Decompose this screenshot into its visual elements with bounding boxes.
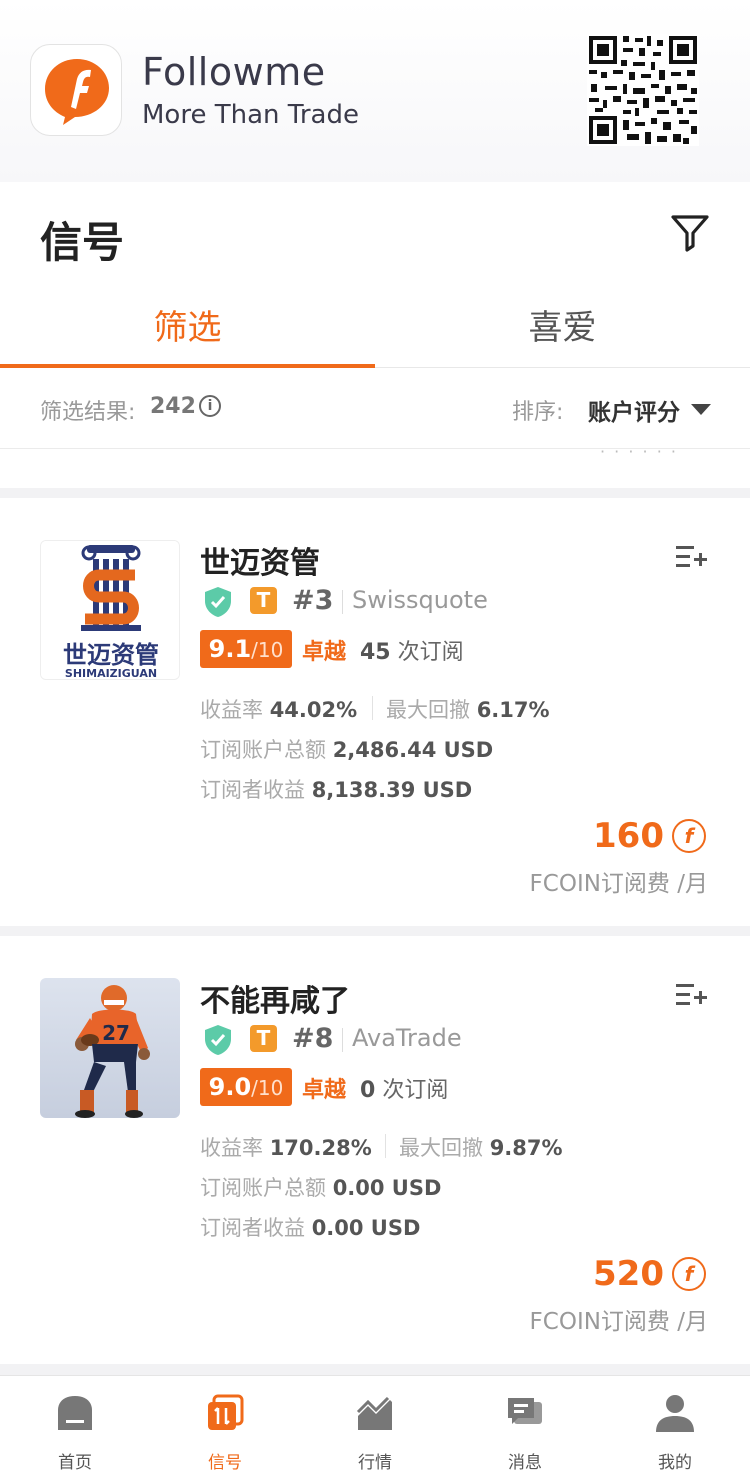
nav-label: 信号 — [208, 1453, 242, 1473]
grade-label: 卓越 — [302, 640, 347, 665]
tab-filter[interactable]: 筛选 — [0, 300, 375, 349]
signal-avatar[interactable]: 世迈资管 SHIMAIZIGUAN — [40, 540, 180, 680]
result-count: 242 — [150, 394, 196, 419]
result-label: 筛选结果: — [40, 400, 136, 425]
subscription-price: 520 — [593, 1254, 664, 1294]
subscription-price: 160 — [593, 816, 664, 856]
nav-label: 消息 — [508, 1453, 542, 1473]
divider — [342, 1028, 343, 1052]
clipped-text: · · · · · · — [600, 442, 678, 461]
drawdown-stat: 最大回撤 6.17% — [386, 698, 550, 722]
verified-shield-icon — [205, 587, 231, 617]
page-title: 信号 — [40, 218, 125, 267]
signal-name[interactable]: 世迈资管 — [200, 538, 320, 582]
score-value: 9.1 — [208, 635, 252, 663]
nav-profile[interactable]: 我的 — [600, 1376, 750, 1474]
tab-favorites[interactable]: 喜爱 — [375, 300, 750, 349]
info-icon[interactable]: i — [199, 395, 221, 417]
signal-card[interactable]: 世迈资管 SHIMAIZIGUAN 世迈资管 T #3 Swissquote 9… — [0, 498, 750, 926]
signal-rank: #3 — [292, 585, 334, 616]
app-name: Followme — [142, 50, 326, 94]
followme-logo-icon[interactable] — [30, 44, 122, 136]
profit-stat: 订阅者收益 8,138.39 USD — [200, 778, 473, 802]
subscription-count: 0 次订阅 — [360, 1078, 449, 1103]
nav-label: 行情 — [358, 1453, 392, 1473]
card-gap — [0, 488, 750, 498]
subscription-count: 45 次订阅 — [360, 640, 464, 665]
total-stat: 订阅账户总额 2,486.44 USD — [200, 738, 494, 762]
football-player-icon: 27 — [40, 978, 180, 1118]
sort-label: 排序: — [512, 400, 564, 425]
grade-label: 卓越 — [302, 1078, 347, 1103]
return-stat: 收益率 44.02% — [200, 698, 358, 722]
divider — [372, 696, 373, 720]
broker-name: AvaTrade — [352, 1024, 462, 1052]
signal-rank: #8 — [292, 1023, 334, 1054]
signals-header: 信号 筛选 喜爱 筛选结果: 242 i 排序: 账户评分 — [0, 182, 750, 450]
card-gap — [0, 926, 750, 936]
nav-home[interactable]: 首页 — [0, 1376, 150, 1474]
previous-card-partial: · · · · · · — [0, 442, 750, 488]
signal-card[interactable]: 27 不能再咸了 T #8 AvaTrade 9.0/10 卓越 0 次订阅 收… — [0, 936, 750, 1364]
score-badge: 9.1/10 — [200, 630, 292, 668]
message-icon — [508, 1398, 542, 1424]
nav-market[interactable]: 行情 — [300, 1376, 450, 1474]
divider — [385, 1134, 386, 1158]
score-denominator: /10 — [251, 1076, 284, 1100]
qr-code-icon — [587, 34, 699, 146]
market-icon — [356, 1396, 392, 1430]
nav-messages[interactable]: 消息 — [450, 1376, 600, 1474]
nav-signal[interactable]: 信号 — [150, 1376, 300, 1474]
signal-name[interactable]: 不能再咸了 — [200, 976, 350, 1020]
score-badge: 9.0/10 — [200, 1068, 292, 1106]
score-denominator: /10 — [251, 638, 284, 662]
profit-stat: 订阅者收益 0.00 USD — [200, 1216, 421, 1240]
trader-badge-icon: T — [250, 587, 277, 614]
bottom-nav: 首页 信号 行情 消息 我的 — [0, 1375, 750, 1474]
fee-label: FCOIN订阅费 /月 — [529, 1309, 708, 1335]
trader-badge-icon: T — [250, 1025, 277, 1052]
app-slogan: More Than Trade — [142, 100, 359, 130]
signal-avatar[interactable]: 27 — [40, 978, 180, 1118]
verified-shield-icon — [205, 1025, 231, 1055]
add-to-list-icon[interactable] — [674, 980, 708, 1010]
signal-icon — [208, 1394, 244, 1430]
svg-text:SHIMAIZIGUAN: SHIMAIZIGUAN — [65, 667, 157, 680]
filter-icon[interactable] — [670, 212, 710, 252]
svg-text:世迈资管: 世迈资管 — [63, 641, 159, 669]
home-icon — [58, 1396, 92, 1430]
broker-name: Swissquote — [352, 586, 488, 614]
nav-label: 我的 — [658, 1453, 692, 1473]
caret-down-icon[interactable] — [691, 404, 711, 415]
sort-dropdown[interactable]: 账户评分 — [588, 393, 680, 427]
card-gap — [0, 1364, 750, 1375]
fee-label: FCOIN订阅费 /月 — [529, 871, 708, 897]
score-value: 9.0 — [208, 1073, 252, 1101]
fcoin-icon: f — [672, 819, 706, 853]
profile-icon — [656, 1395, 694, 1432]
return-stat: 收益率 170.28% — [200, 1136, 372, 1160]
total-stat: 订阅账户总额 0.00 USD — [200, 1176, 442, 1200]
nav-label: 首页 — [58, 1453, 92, 1473]
app-banner: Followme More Than Trade — [0, 0, 750, 182]
result-row: 筛选结果: 242 i 排序: 账户评分 — [0, 368, 750, 448]
svg-text:27: 27 — [102, 1021, 130, 1045]
fcoin-icon: f — [672, 1257, 706, 1291]
divider — [342, 590, 343, 614]
drawdown-stat: 最大回撤 9.87% — [399, 1136, 563, 1160]
add-to-list-icon[interactable] — [674, 542, 708, 572]
pillar-logo-icon: 世迈资管 SHIMAIZIGUAN — [41, 541, 179, 680]
